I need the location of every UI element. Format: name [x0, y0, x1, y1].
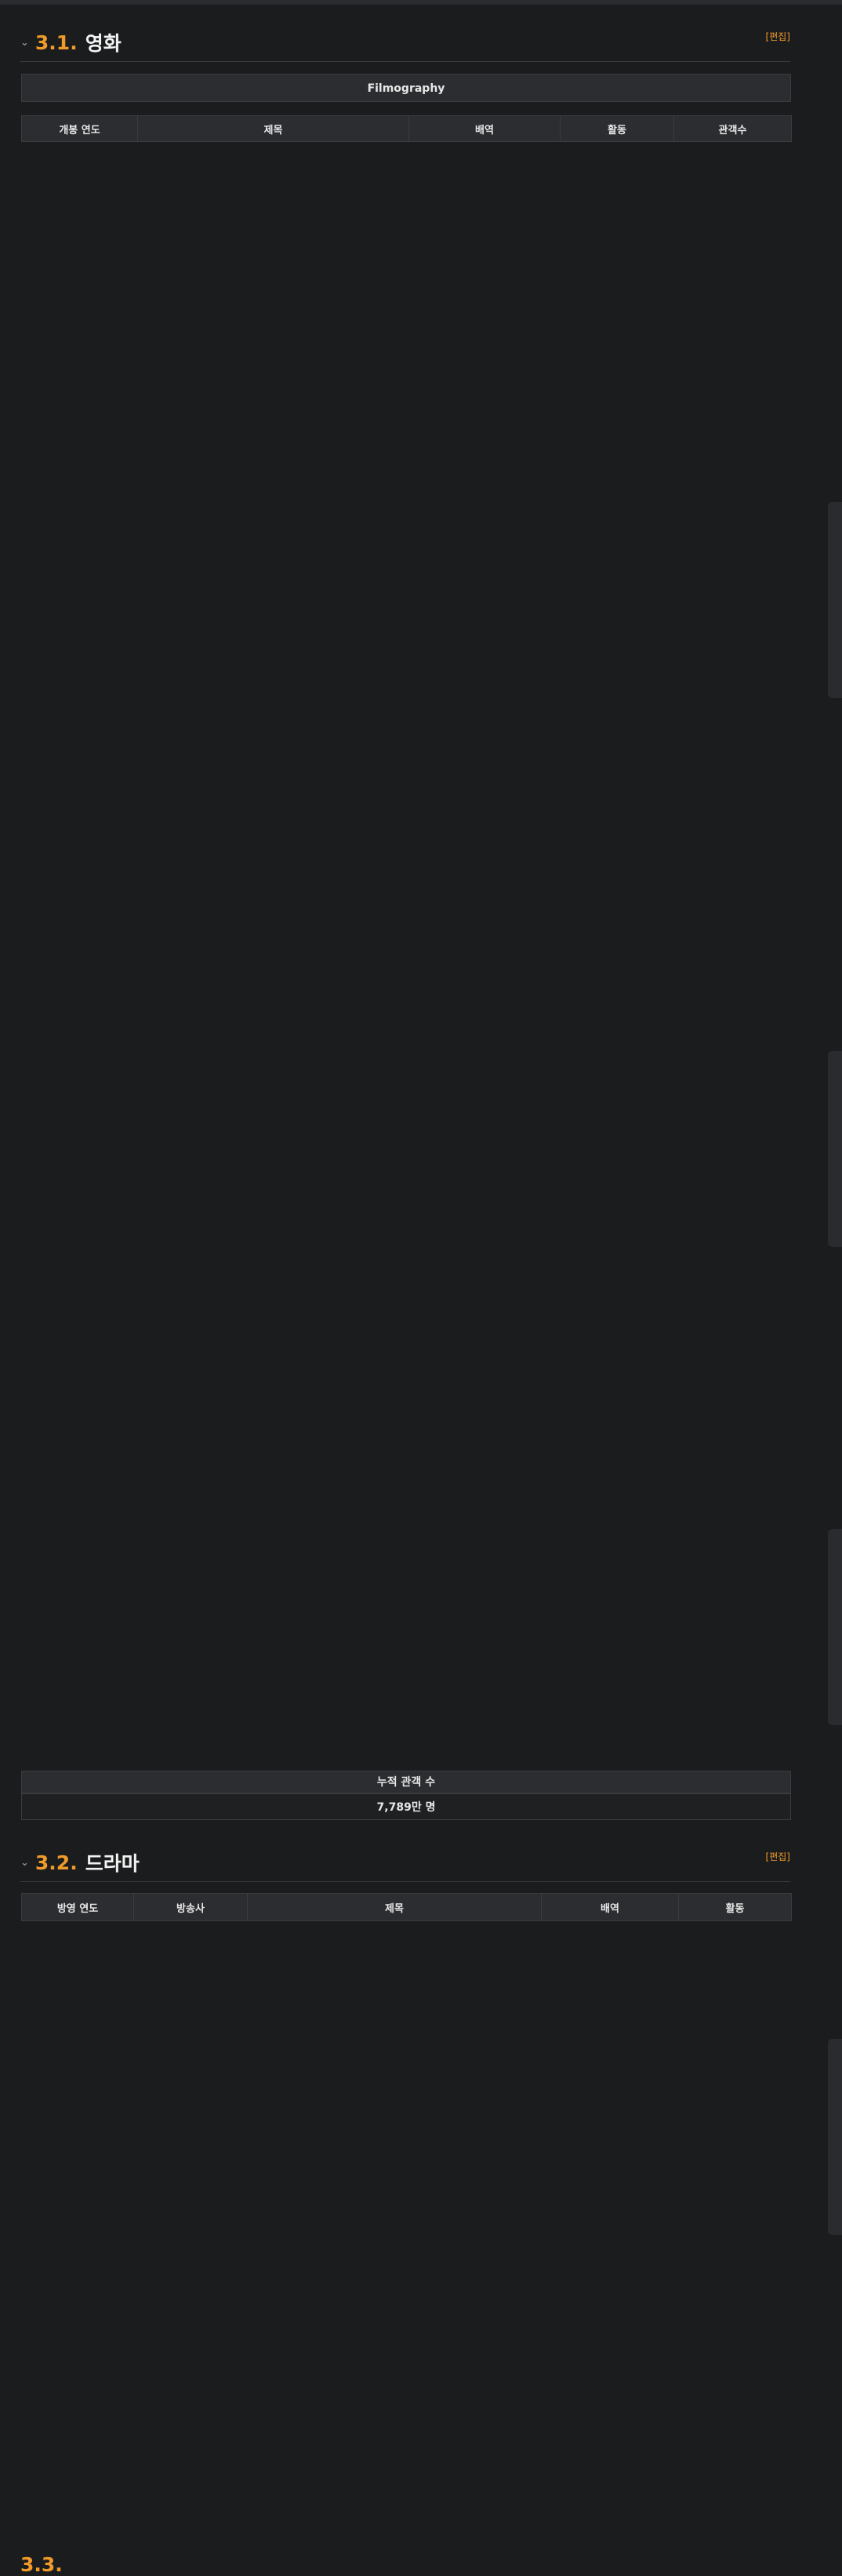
col-header: 제목 [137, 115, 409, 142]
col-header: 관객수 [673, 115, 792, 142]
col-header: 방영 연도 [21, 1893, 134, 1921]
total-value: 7,789만 명 [21, 1793, 791, 1820]
col-header: 활동 [678, 1893, 792, 1921]
section-number: 3.2. [34, 1851, 78, 1874]
col-header: 활동 [560, 115, 674, 142]
side-panel [828, 2039, 842, 2235]
film-table: 개봉 연도 제목 배역 활동 관객수 [21, 115, 792, 142]
section-number-next: 3.3. [20, 2553, 63, 2576]
col-header: 방송사 [133, 1893, 248, 1921]
table-header-row: 개봉 연도 제목 배역 활동 관객수 [21, 115, 792, 142]
col-header: 배역 [408, 115, 561, 142]
top-strip [0, 0, 842, 5]
section-header-drama[interactable]: ⌄ 3.2. 드라마 [20, 1848, 140, 1877]
side-panel [828, 1051, 842, 1247]
section-header-film[interactable]: ⌄ 3.1. 영화 [20, 28, 122, 56]
chevron-down-icon[interactable]: ⌄ [20, 37, 29, 49]
drama-table: 방영 연도 방송사 제목 배역 활동 [21, 1893, 792, 1921]
col-header: 제목 [247, 1893, 542, 1921]
filmography-caption: Filmography [21, 74, 791, 102]
table-header-row: 방영 연도 방송사 제목 배역 활동 [21, 1893, 792, 1921]
divider [20, 61, 790, 62]
section-title: 드라마 [85, 1852, 140, 1875]
section-number: 3.1. [34, 31, 78, 54]
section-title: 영화 [85, 32, 122, 55]
chevron-down-icon[interactable]: ⌄ [20, 1857, 29, 1869]
col-header: 배역 [541, 1893, 679, 1921]
col-header: 개봉 연도 [21, 115, 138, 142]
total-label: 누적 관객 수 [21, 1771, 791, 1793]
edit-link[interactable]: [편집] [766, 30, 790, 43]
side-panel [828, 502, 842, 698]
edit-link[interactable]: [편집] [766, 1850, 790, 1863]
divider [20, 1881, 790, 1882]
side-panel [828, 1529, 842, 1725]
